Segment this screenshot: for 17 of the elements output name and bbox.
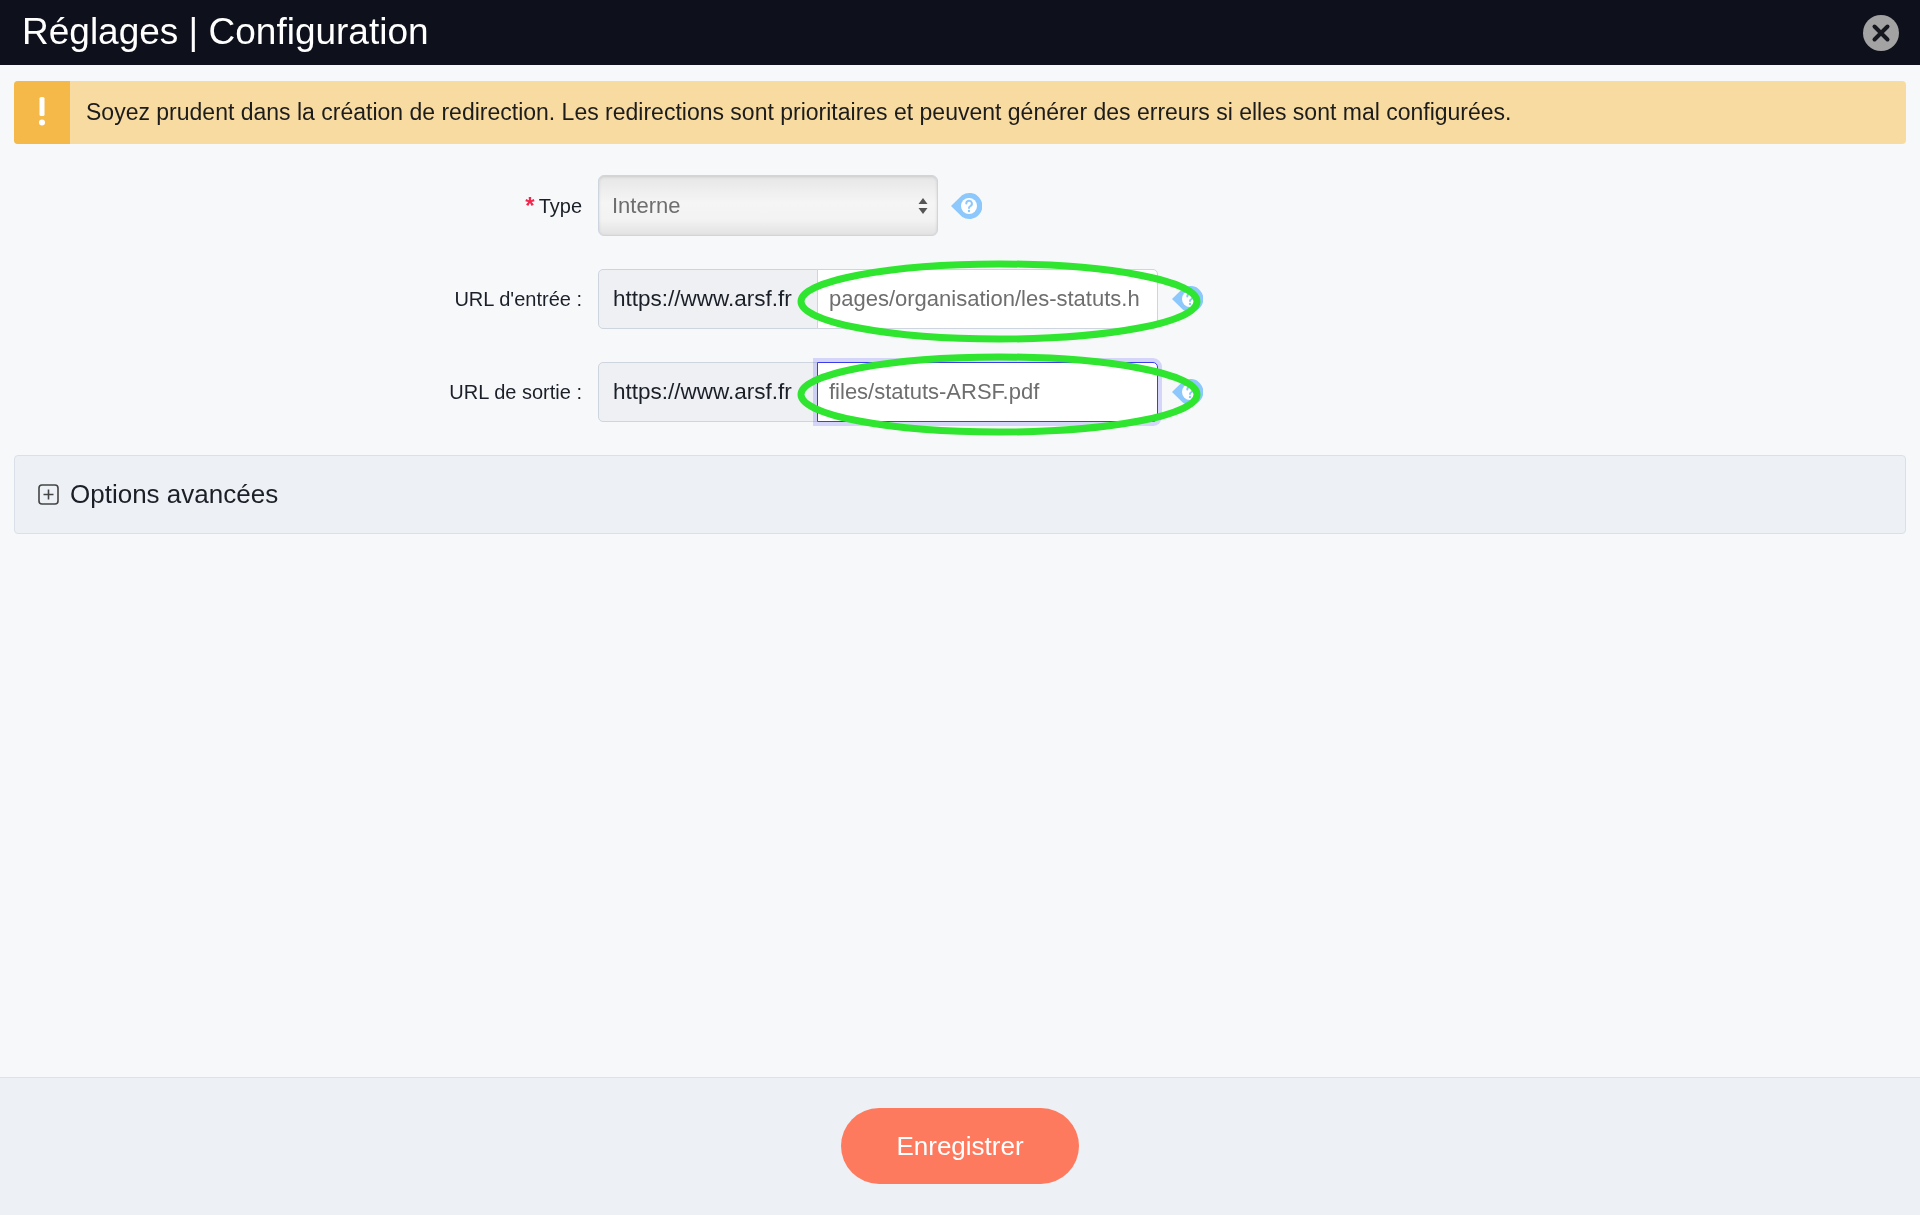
updown-caret-icon [918, 196, 928, 215]
type-select[interactable]: Interne [598, 175, 938, 236]
exclamation-icon [14, 81, 70, 144]
required-asterisk: * [525, 193, 535, 218]
advanced-options-toggle[interactable]: Options avancées [38, 475, 279, 514]
window-title: Réglages | Configuration [22, 12, 429, 53]
url-input[interactable]: files/statuts-ARSF.pdf [817, 362, 1158, 422]
field-label: URL d'entrée : [454, 287, 582, 312]
save-button[interactable]: Enregistrer [841, 1108, 1079, 1184]
help-icon[interactable] [950, 190, 982, 221]
field-label: URL de sortie : [449, 380, 582, 405]
url-prefix: https://www.arsf.fr [598, 269, 818, 329]
url-input[interactable]: pages/organisation/les-statuts.h [817, 269, 1158, 329]
alert-text: Soyez prudent dans la création de redirection. Les redirections sont prioritaires et peuvent générer des erreurs si elles sont mal configurées. [85, 98, 1512, 128]
field-label: Type [538, 193, 582, 219]
close-icon[interactable] [1863, 14, 1899, 51]
url-prefix: https://www.arsf.fr [598, 362, 818, 422]
